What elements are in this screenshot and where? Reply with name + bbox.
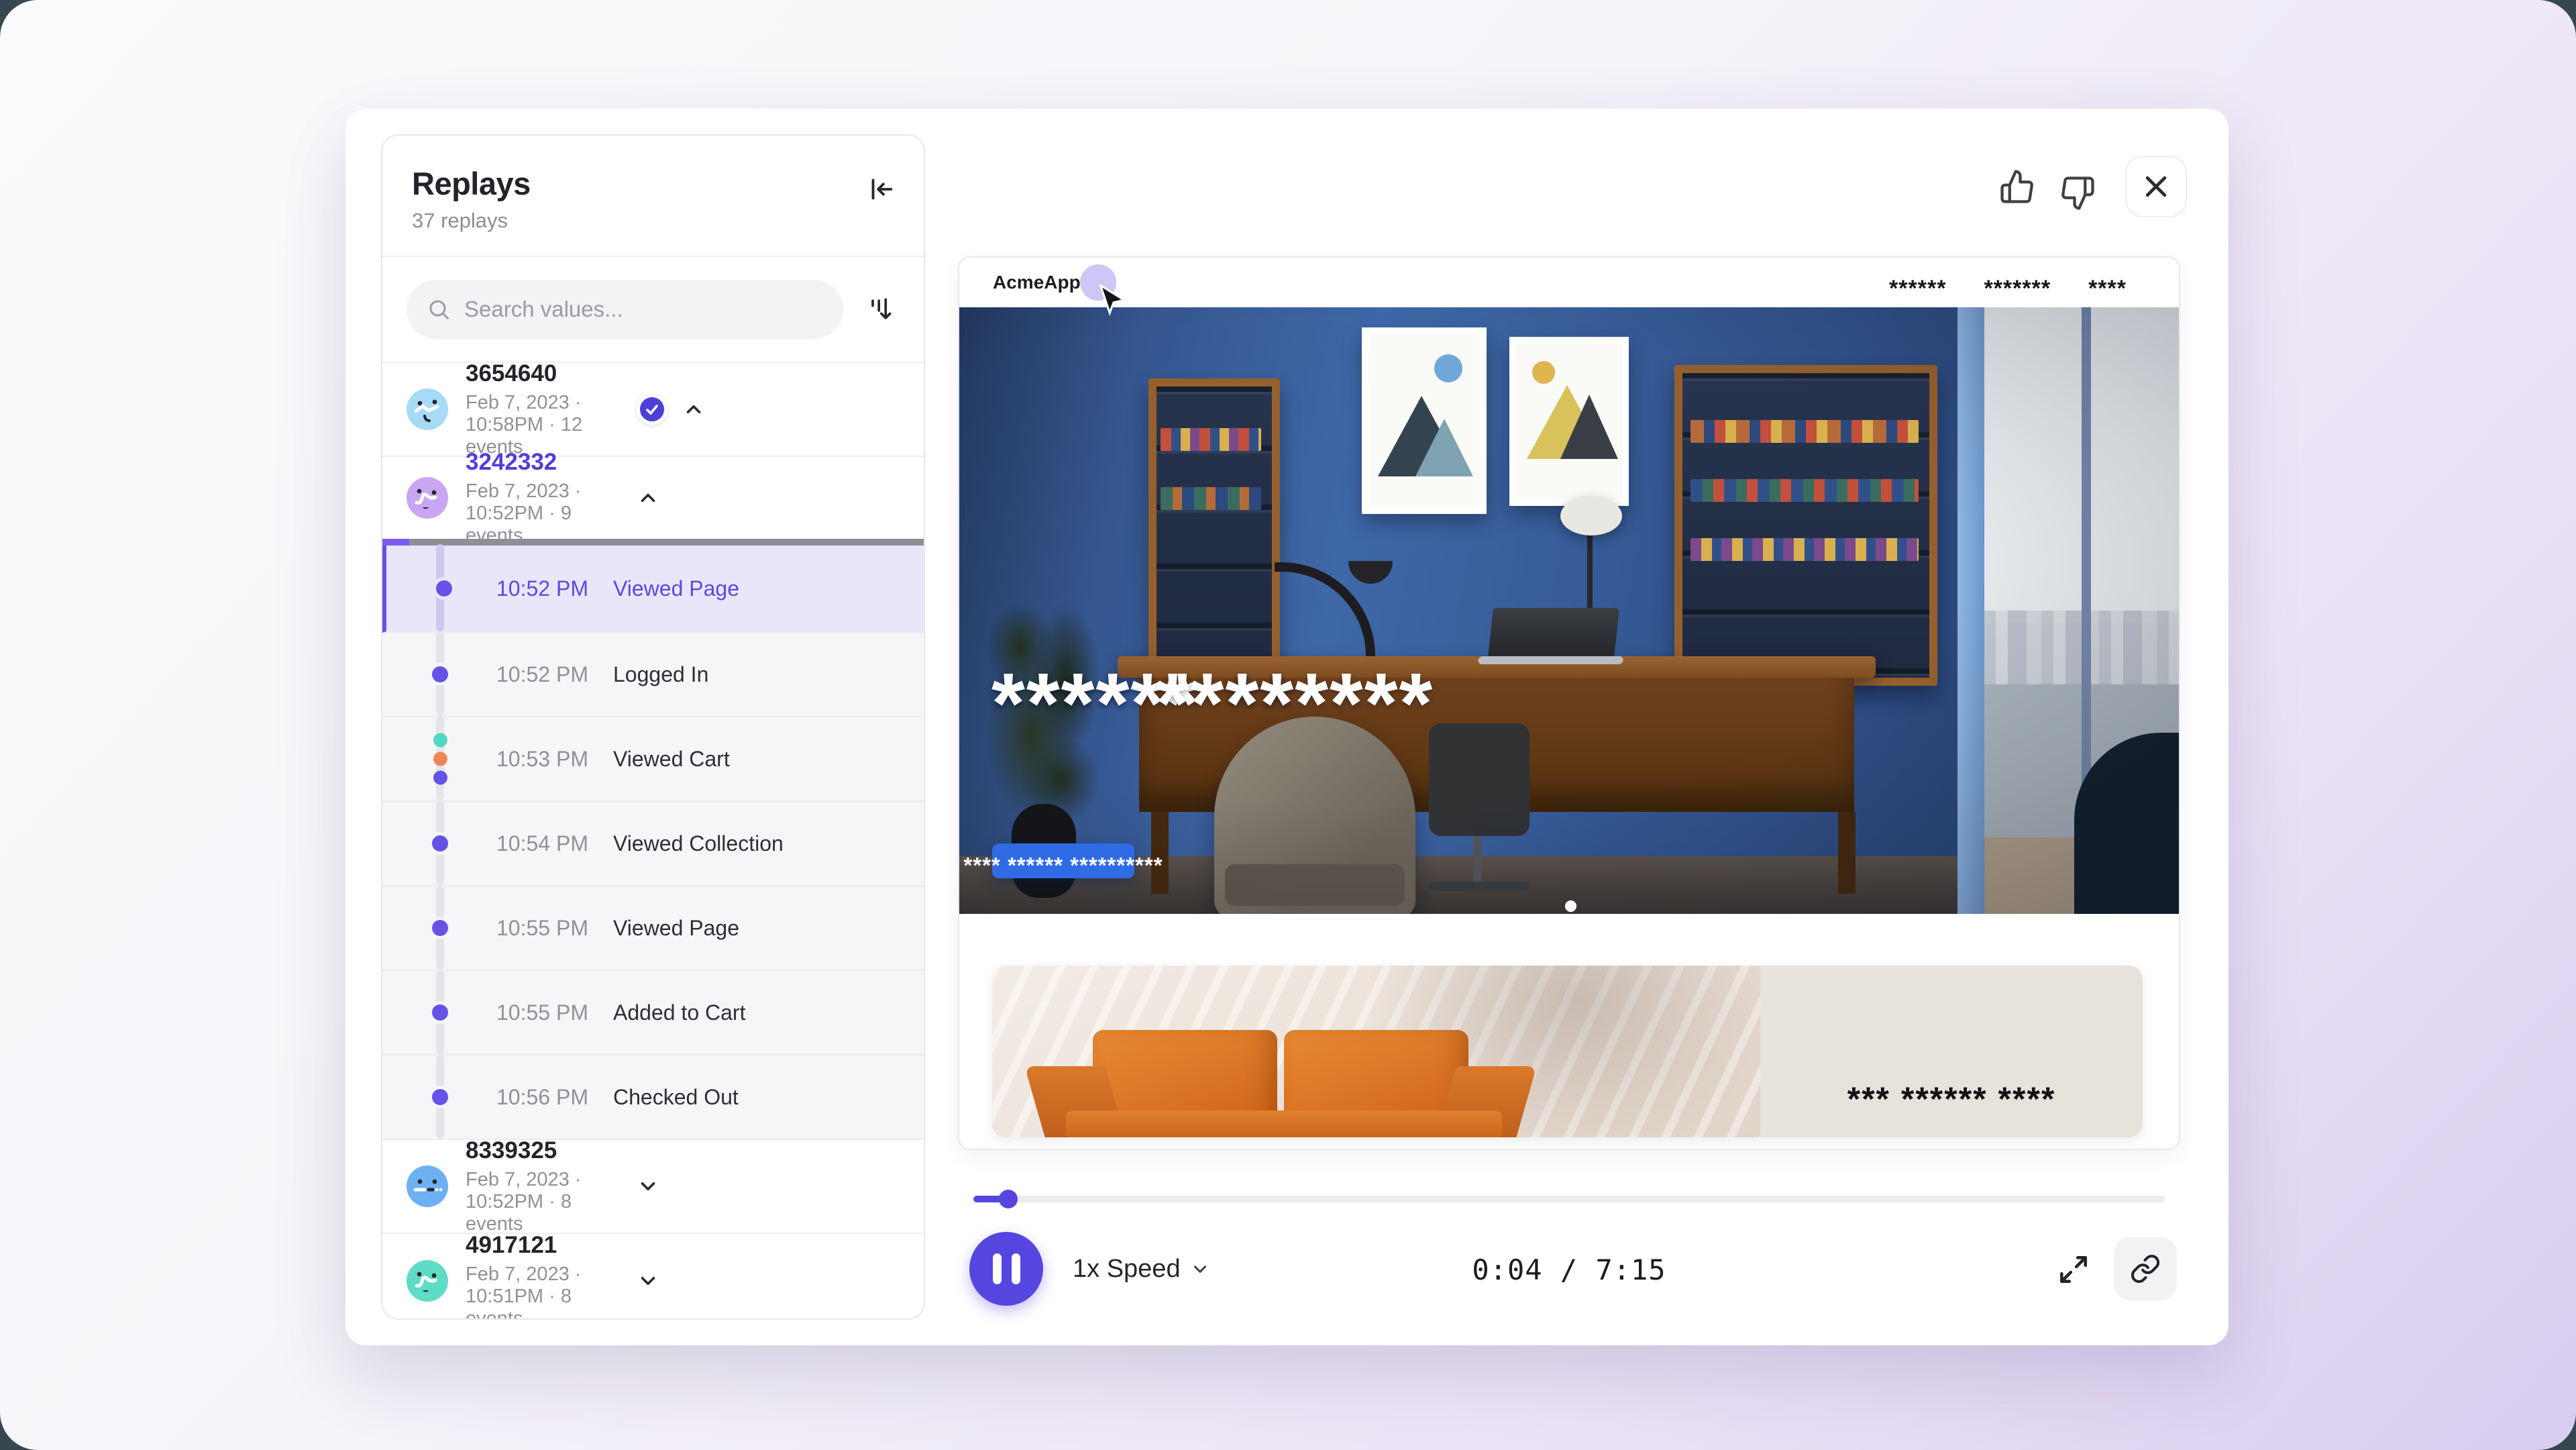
time-separator: / xyxy=(1560,1253,1578,1286)
event-time: 10:55 PM xyxy=(496,916,604,941)
avatar xyxy=(407,389,448,430)
thumbs-up-icon xyxy=(1999,168,2035,205)
event-dot xyxy=(436,580,452,597)
product-card: *** ****** **** xyxy=(992,966,2143,1137)
seek-thumb[interactable] xyxy=(999,1190,1018,1208)
thumbs-down-button[interactable] xyxy=(2057,173,2098,213)
event-time: 10:53 PM xyxy=(496,747,604,772)
masked-nav-item: ****** xyxy=(1889,282,1946,295)
session-row-4917121[interactable]: 4917121 Feb 7, 2023 · 10:51PM · 8 events xyxy=(382,1234,924,1318)
hero-cta-button[interactable]: **** ****** ********** xyxy=(992,843,1134,878)
replay-modal: Replays 37 replays xyxy=(345,109,2229,1345)
masked-nav-item: **** xyxy=(2088,282,2127,295)
replayed-site-logo: AcmeApp xyxy=(993,272,1081,293)
search-row xyxy=(382,257,924,363)
sidebar-header: Replays 37 replays xyxy=(382,136,924,257)
masked-product-text: *** ****** **** xyxy=(1760,1092,2143,1106)
link-icon xyxy=(2130,1253,2161,1284)
chevron-up-icon[interactable] xyxy=(637,486,659,509)
event-name: Logged In xyxy=(613,662,708,687)
cursor-icon xyxy=(1097,284,1127,318)
event-name: Viewed Page xyxy=(613,916,739,941)
event-row-viewed-cart[interactable]: 10:53 PM Viewed Cart xyxy=(382,717,924,802)
avatar xyxy=(407,477,448,519)
replay-viewport: AcmeApp ****** ******* **** xyxy=(958,256,2180,1150)
replay-hero-image: ****** ****** **** **** **** ****** ****… xyxy=(959,307,2180,914)
carousel-dot[interactable] xyxy=(1565,900,1576,912)
event-name: Viewed Page xyxy=(613,576,739,601)
session-id: 8339325 xyxy=(466,1137,619,1164)
thumbs-down-icon xyxy=(2059,175,2096,211)
event-dot xyxy=(432,1089,448,1105)
event-dot-stack xyxy=(433,733,447,785)
event-row-viewed-collection[interactable]: 10:54 PM Viewed Collection xyxy=(382,802,924,886)
page-title: Replays xyxy=(412,165,897,202)
event-time: 10:54 PM xyxy=(496,831,604,856)
search-input[interactable] xyxy=(464,297,823,322)
replayed-site-nav: ****** ******* **** xyxy=(1889,258,2127,307)
thumbs-up-button[interactable] xyxy=(1997,166,2037,207)
close-icon xyxy=(2141,172,2171,201)
avatar xyxy=(407,1260,448,1302)
event-time: 10:52 PM xyxy=(496,576,604,601)
fullscreen-button[interactable] xyxy=(2055,1251,2092,1288)
copy-link-button[interactable] xyxy=(2114,1237,2177,1300)
progress-played xyxy=(382,539,409,546)
close-button[interactable] xyxy=(2125,156,2187,217)
chevron-down-icon[interactable] xyxy=(637,1270,659,1292)
event-row-viewed-page-2[interactable]: 10:55 PM Viewed Page xyxy=(382,886,924,971)
session-id: 4917121 xyxy=(466,1232,619,1259)
event-name: Viewed Collection xyxy=(613,831,784,856)
masked-cta-label: **** ****** ********** xyxy=(963,861,1163,870)
playback-time: 0:04 / 7:15 xyxy=(958,1253,2180,1286)
event-row-logged-in[interactable]: 10:52 PM Logged In xyxy=(382,633,924,717)
expand-icon xyxy=(2057,1253,2090,1286)
session-id: 3242332 xyxy=(466,449,619,476)
event-time: 10:52 PM xyxy=(496,662,604,687)
event-dot xyxy=(432,920,448,936)
event-dot xyxy=(432,1004,448,1021)
replays-sidebar: Replays 37 replays xyxy=(381,134,925,1320)
masked-nav-item: ******* xyxy=(1984,282,2051,295)
search-field[interactable] xyxy=(407,280,843,339)
current-time: 0:04 xyxy=(1472,1253,1542,1286)
replayed-site-appbar: AcmeApp ****** ******* **** xyxy=(959,258,2179,307)
collapse-sidebar-button[interactable] xyxy=(862,170,900,208)
event-dot xyxy=(432,666,448,682)
sort-button[interactable] xyxy=(857,286,904,333)
avatar xyxy=(407,1166,448,1207)
event-dot xyxy=(432,835,448,851)
masked-headline-line2: **** **** xyxy=(991,673,1295,735)
total-duration: 7:15 xyxy=(1595,1253,1666,1286)
collapse-left-icon xyxy=(865,174,896,205)
product-photo xyxy=(992,966,1760,1137)
sort-descending-icon xyxy=(865,295,895,324)
event-time: 10:55 PM xyxy=(496,1000,604,1025)
session-id: 3654640 xyxy=(466,363,619,387)
search-icon xyxy=(427,297,451,321)
replay-count: 37 replays xyxy=(412,209,897,233)
event-name: Added to Cart xyxy=(613,1000,745,1025)
session-meta: Feb 7, 2023 · 10:52PM · 8 events xyxy=(466,1169,619,1235)
session-list: 3654640 Feb 7, 2023 · 10:58PM · 12 event… xyxy=(382,363,924,1318)
app-page: Replays 37 replays xyxy=(0,0,2576,1450)
event-row-viewed-page[interactable]: 10:52 PM Viewed Page xyxy=(382,546,924,633)
seek-bar[interactable] xyxy=(973,1196,2165,1202)
event-time: 10:56 PM xyxy=(496,1085,604,1110)
session-meta: Feb 7, 2023 · 10:51PM · 8 events xyxy=(466,1263,619,1318)
session-row-3242332[interactable]: 3242332 Feb 7, 2023 · 10:52PM · 9 events xyxy=(382,457,924,539)
event-name: Viewed Cart xyxy=(613,747,730,772)
session-meta: Feb 7, 2023 · 10:52PM · 9 events xyxy=(466,480,619,547)
